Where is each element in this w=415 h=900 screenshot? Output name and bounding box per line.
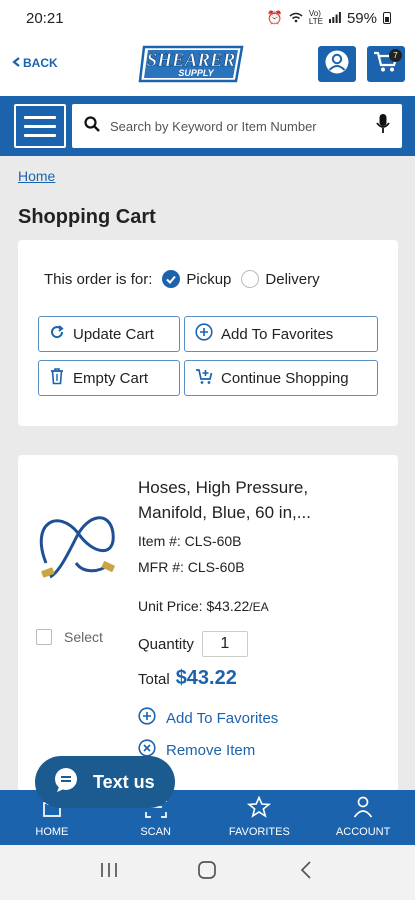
menu-button[interactable] [14, 104, 66, 148]
refresh-icon [49, 324, 65, 344]
update-cart-label: Update Cart [73, 325, 154, 343]
unit-of-measure: /EA [249, 600, 269, 614]
continue-shopping-label: Continue Shopping [221, 369, 349, 387]
product-name[interactable]: Hoses, High Pressure, Manifold, Blue, 60… [138, 475, 378, 525]
nav-favorites[interactable]: FAVORITES [208, 790, 312, 845]
nav-account[interactable]: ACCOUNT [311, 790, 415, 845]
back-button[interactable]: BACK [12, 56, 58, 70]
chevron-left-icon [12, 56, 21, 70]
page-title: Shopping Cart [18, 206, 156, 228]
mfr-number: MFR #: CLS-60B [138, 559, 245, 575]
signal-icon [328, 11, 341, 26]
cart-button[interactable]: 7 [367, 46, 405, 82]
add-to-favorites-button[interactable]: Add To Favorites [184, 316, 378, 352]
nav-account-label: ACCOUNT [335, 826, 391, 838]
quantity-row: Quantity [138, 631, 248, 657]
add-to-favorites-label: Add To Favorites [221, 325, 334, 343]
back-system-button[interactable] [291, 858, 321, 888]
total-row: Total $43.22 [138, 667, 237, 690]
text-us-chat-button[interactable]: Text us [35, 756, 175, 808]
app-header: BACK SHEARER SUPPLY 7 [0, 36, 415, 96]
breadcrumb-home[interactable]: Home [18, 168, 55, 184]
nav-favorites-label: FAVORITES [228, 826, 290, 838]
logo-text-bottom: SUPPLY [178, 68, 214, 78]
pickup-label[interactable]: Pickup [186, 271, 231, 288]
empty-cart-button[interactable]: Empty Cart [38, 360, 180, 396]
chat-bubble-icon [53, 767, 79, 798]
pickup-radio[interactable] [162, 270, 181, 288]
shearer-supply-logo[interactable]: SHEARER SUPPLY [138, 43, 248, 87]
microphone-icon[interactable] [376, 113, 390, 140]
recent-apps-icon [100, 862, 118, 883]
order-for-label: This order is for: [44, 270, 153, 288]
plus-circle-icon [138, 707, 156, 729]
remove-item-label: Remove Item [166, 741, 256, 759]
product-name-line: Hoses, High Pressure, [138, 478, 309, 497]
unit-price-value: $43.22 [206, 598, 250, 614]
continue-shopping-button[interactable]: Continue Shopping [184, 360, 378, 396]
total-value: $43.22 [175, 667, 237, 689]
total-label: Total [138, 671, 170, 688]
search-bar [0, 96, 415, 156]
delivery-label[interactable]: Delivery [265, 271, 319, 288]
unit-price: Unit Price: $43.22/EA [138, 598, 269, 614]
cart-count-badge: 7 [389, 49, 402, 62]
volte-icon: Vo) LTE [308, 9, 323, 26]
product-name-line: Manifold, Blue, 60 in,... [138, 503, 311, 522]
plus-circle-icon [195, 323, 213, 345]
update-cart-button[interactable]: Update Cart [38, 316, 180, 352]
text-us-label: Text us [93, 771, 155, 792]
unit-price-label: Unit Price: [138, 598, 207, 614]
battery-icon [383, 12, 391, 24]
search-icon[interactable] [84, 115, 100, 137]
hamburger-line [24, 133, 56, 137]
select-label: Select [64, 629, 103, 645]
order-options-card: This order is for: Pickup Delivery Updat… [18, 240, 398, 426]
home-circle-icon [197, 860, 217, 885]
search-input[interactable] [110, 118, 376, 134]
star-icon [247, 795, 272, 821]
user-icon [324, 49, 350, 80]
nav-home-label: HOME [35, 826, 69, 838]
home-system-button[interactable] [192, 858, 222, 888]
person-icon [353, 796, 373, 821]
cart-add-icon [195, 367, 213, 389]
account-button[interactable] [318, 46, 356, 82]
hamburger-line [24, 115, 56, 119]
recent-apps-button[interactable] [94, 858, 124, 888]
quantity-label: Quantity [138, 635, 194, 653]
battery-percent: 59% [346, 9, 377, 27]
wifi-icon [289, 11, 303, 26]
trash-icon [49, 367, 65, 389]
status-bar: 20:21 ⏰ Vo) LTE 59% [0, 0, 415, 36]
item-number: Item #: CLS-60B [138, 533, 242, 549]
back-label: BACK [23, 56, 58, 70]
item-add-to-favorites-label: Add To Favorites [166, 709, 279, 727]
item-add-to-favorites-link[interactable]: Add To Favorites [138, 707, 278, 729]
product-image[interactable] [38, 503, 118, 587]
delivery-radio[interactable] [241, 270, 260, 288]
system-navigation-bar [0, 845, 415, 900]
quantity-input[interactable] [201, 631, 248, 657]
hamburger-line [24, 124, 56, 128]
select-item-row[interactable]: Select [36, 629, 103, 645]
empty-cart-label: Empty Cart [73, 369, 149, 387]
chevron-left-icon [300, 861, 312, 884]
alarm-icon: ⏰ [266, 10, 283, 25]
status-icons: ⏰ Vo) LTE 59% [267, 10, 391, 27]
cart-item-card: Select Hoses, High Pressure, Manifold, B… [18, 455, 398, 800]
nav-scan-label: SCAN [140, 826, 171, 838]
status-time: 20:21 [26, 9, 64, 27]
search-box [72, 104, 402, 148]
order-for-row: This order is for: Pickup Delivery [44, 270, 320, 288]
select-checkbox[interactable] [36, 629, 52, 645]
